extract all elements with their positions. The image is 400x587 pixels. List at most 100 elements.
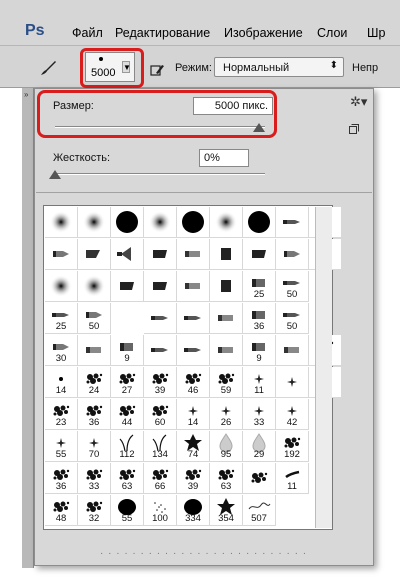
brush-preset-cell[interactable] <box>210 271 243 302</box>
brush-preset-cell[interactable]: 9 <box>243 335 276 366</box>
brush-preset-cell[interactable]: 48 <box>45 495 78 526</box>
brush-preset-cell[interactable]: 50 <box>276 271 309 302</box>
brush-preset-cell[interactable]: 50 <box>78 303 111 334</box>
hardness-slider[interactable] <box>55 173 265 175</box>
brush-preset-cell[interactable]: 11 <box>243 367 276 398</box>
brush-preset-cell[interactable]: 9 <box>111 335 144 366</box>
brush-preset-cell[interactable]: 14 <box>177 399 210 430</box>
brush-size-label: 95 <box>220 449 232 460</box>
brush-icon[interactable] <box>38 59 58 77</box>
brush-preset-cell[interactable] <box>78 271 111 302</box>
brush-preset-cell[interactable]: 74 <box>177 431 210 462</box>
menu-bar: Ps Файл Редактирование Изображение Слои … <box>0 0 400 46</box>
gear-icon[interactable]: ✲▾ <box>350 94 367 110</box>
panel-toggle-icon[interactable] <box>150 63 166 77</box>
brush-preset-cell[interactable] <box>276 207 309 238</box>
brush-preset-cell[interactable]: 50 <box>276 303 309 334</box>
menu-type[interactable]: Шр <box>367 26 385 40</box>
brush-preset-cell[interactable] <box>243 239 276 270</box>
brush-preset-cell[interactable]: 95 <box>210 431 243 462</box>
scrollbar[interactable] <box>315 207 332 528</box>
brush-preset-cell[interactable]: 25 <box>45 303 78 334</box>
collapse-icon[interactable]: » <box>24 90 28 99</box>
brush-preset-cell[interactable]: 39 <box>177 463 210 494</box>
brush-preset-cell[interactable] <box>78 335 111 366</box>
brush-preset-cell[interactable] <box>243 207 276 238</box>
brush-preset-cell[interactable]: 33 <box>78 463 111 494</box>
menu-file[interactable]: Файл <box>72 26 103 40</box>
menu-image[interactable]: Изображение <box>224 26 303 40</box>
brush-preset-cell[interactable] <box>177 335 210 366</box>
brush-preset-cell[interactable]: 507 <box>243 495 276 526</box>
brush-preset-cell[interactable]: 36 <box>243 303 276 334</box>
brush-preset-cell[interactable]: 66 <box>144 463 177 494</box>
brush-preset-cell[interactable]: 33 <box>243 399 276 430</box>
brush-preset-cell[interactable]: 25 <box>243 271 276 302</box>
brush-preset-cell[interactable]: 334 <box>177 495 210 526</box>
brush-preset-cell[interactable] <box>276 335 309 366</box>
brush-preset-cell[interactable] <box>144 335 177 366</box>
brush-preset-cell[interactable]: 59 <box>210 367 243 398</box>
brush-preset-cell[interactable]: 32 <box>78 495 111 526</box>
hard-brush-icon <box>248 211 270 233</box>
brush-preset-cell[interactable] <box>210 207 243 238</box>
brush-preset-cell[interactable]: 26 <box>210 399 243 430</box>
menu-edit[interactable]: Редактирование <box>115 26 210 40</box>
brush-preset-cell[interactable] <box>144 271 177 302</box>
brush-preset-cell[interactable]: 27 <box>111 367 144 398</box>
brush-preset-cell[interactable]: 354 <box>210 495 243 526</box>
brush-preset-cell[interactable] <box>210 239 243 270</box>
brush-preset-cell[interactable]: 46 <box>177 367 210 398</box>
brush-preset-cell[interactable] <box>45 239 78 270</box>
brush-preset-cell[interactable] <box>144 239 177 270</box>
brush-preset-cell[interactable] <box>243 463 276 494</box>
flat-brush-icon <box>153 282 167 290</box>
brush-preset-cell[interactable]: 63 <box>111 463 144 494</box>
brush-preset-cell[interactable]: 36 <box>45 463 78 494</box>
brush-preset-cell[interactable]: 39 <box>144 367 177 398</box>
brush-preset-cell[interactable] <box>111 239 144 270</box>
brush-preset-cell[interactable]: 14 <box>45 367 78 398</box>
brush-preset-cell[interactable] <box>177 207 210 238</box>
brush-preset-cell[interactable]: 23 <box>45 399 78 430</box>
brush-preset-cell[interactable]: 70 <box>78 431 111 462</box>
brush-preset-cell[interactable]: 63 <box>210 463 243 494</box>
brush-preset-cell[interactable]: 30 <box>45 335 78 366</box>
brush-preset-cell[interactable]: 29 <box>243 431 276 462</box>
brush-preset-cell[interactable] <box>111 271 144 302</box>
mode-select[interactable]: Нормальный ⬍ <box>214 57 344 77</box>
brush-preset-cell[interactable] <box>177 303 210 334</box>
flat-brush-icon <box>153 250 167 258</box>
brush-preset-cell[interactable]: 11 <box>276 463 309 494</box>
brush-preset-cell[interactable]: 100 <box>144 495 177 526</box>
brush-size-label: 39 <box>154 385 166 396</box>
brush-preset-cell[interactable]: 44 <box>111 399 144 430</box>
brush-preset-cell[interactable] <box>177 239 210 270</box>
brush-preset-cell[interactable]: 134 <box>144 431 177 462</box>
brush-preset-cell[interactable] <box>45 271 78 302</box>
brush-preset-cell[interactable] <box>111 207 144 238</box>
hardness-slider-handle[interactable] <box>49 170 61 179</box>
brush-preset-cell[interactable]: 55 <box>111 495 144 526</box>
brush-preset-cell[interactable] <box>144 207 177 238</box>
menu-layers[interactable]: Слои <box>317 26 347 40</box>
brush-preset-cell[interactable] <box>45 207 78 238</box>
brush-preset-cell[interactable]: 60 <box>144 399 177 430</box>
brush-preset-cell[interactable] <box>210 303 243 334</box>
resize-grip[interactable]: · · · · · · · · · · · · · · · · · · · · … <box>100 548 307 559</box>
brush-preset-cell[interactable] <box>276 239 309 270</box>
brush-preset-cell[interactable]: 24 <box>78 367 111 398</box>
new-preset-icon[interactable] <box>349 124 359 134</box>
brush-preset-cell[interactable] <box>210 335 243 366</box>
brush-preset-cell[interactable]: 192 <box>276 431 309 462</box>
brush-preset-cell[interactable] <box>276 367 309 398</box>
brush-preset-cell[interactable]: 112 <box>111 431 144 462</box>
hardness-input[interactable]: 0% <box>199 149 249 167</box>
brush-preset-cell[interactable] <box>78 239 111 270</box>
brush-preset-cell[interactable]: 42 <box>276 399 309 430</box>
brush-preset-cell[interactable] <box>78 207 111 238</box>
brush-preset-cell[interactable] <box>177 271 210 302</box>
brush-preset-cell[interactable]: 36 <box>78 399 111 430</box>
brush-preset-cell[interactable] <box>144 303 177 334</box>
brush-preset-cell[interactable]: 55 <box>45 431 78 462</box>
